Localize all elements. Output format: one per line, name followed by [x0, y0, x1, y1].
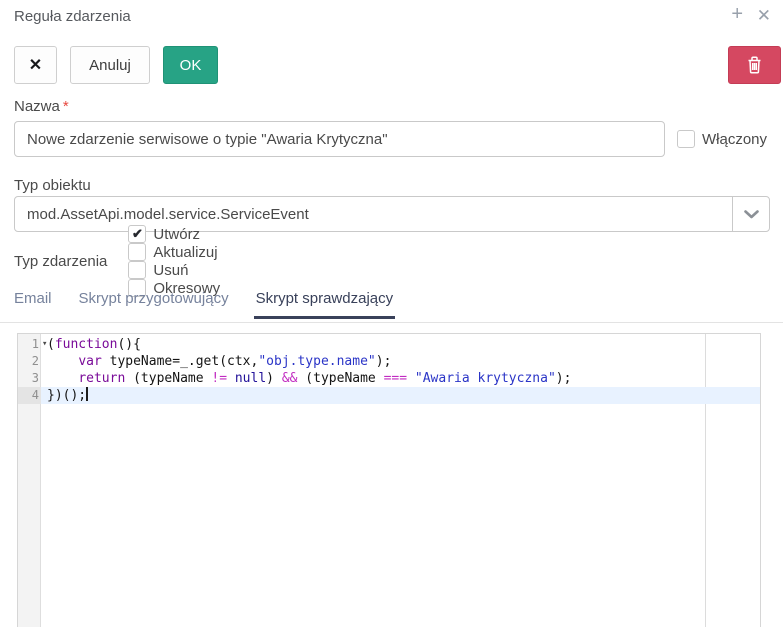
event-type-checkbox-1[interactable] — [128, 243, 146, 261]
code-token: ); — [556, 371, 572, 386]
code-token — [407, 371, 415, 386]
code-token: null — [235, 371, 266, 386]
code-token: typeName=_.get(ctx, — [102, 354, 259, 369]
event-type-label: Typ zdarzenia — [14, 253, 107, 270]
discard-button[interactable]: ✕ — [14, 46, 57, 84]
line-number: 1▾ — [18, 336, 41, 353]
tab-2[interactable]: Skrypt sprawdzający — [254, 288, 396, 319]
discard-x-icon: ✕ — [29, 55, 42, 75]
required-asterisk: * — [63, 98, 69, 115]
object-type-select[interactable]: mod.AssetApi.model.service.ServiceEvent — [14, 196, 770, 232]
code-line[interactable]: 3 return (typeName != null) && (typeName… — [18, 370, 760, 387]
trash-icon — [747, 56, 762, 74]
event-type-checkbox-label[interactable]: Utwórz — [153, 226, 200, 243]
event-type-checkbox-0[interactable]: ✔ — [128, 225, 146, 243]
event-type-checkbox-label[interactable]: Aktualizuj — [153, 244, 217, 261]
script-tabs: Email Skrypt przygotowujący Skrypt sprawdz… — [0, 288, 783, 323]
event-type-checkbox-2[interactable] — [128, 261, 146, 279]
code-token: function — [55, 337, 118, 352]
code-token: ) — [266, 371, 282, 386]
event-rule-dialog: Reguła zdarzenia + ✕ ✕ Anuluj OK Nazwa* … — [0, 0, 783, 627]
code-token: "Awaria krytyczna" — [415, 371, 556, 386]
code-editor[interactable]: 1▾(function(){2 var typeName=_.get(ctx,"… — [17, 333, 761, 627]
line-number: 3 — [18, 370, 41, 387]
event-type-option: ✔ Utwórz — [128, 225, 220, 243]
code-token — [47, 354, 78, 369]
code-token: var — [78, 354, 101, 369]
code-line[interactable]: 1▾(function(){ — [18, 336, 760, 353]
code-token: && — [282, 371, 298, 386]
event-type-option: Usuń — [128, 261, 220, 279]
fold-arrow-icon[interactable]: ▾ — [42, 336, 52, 353]
code-line[interactable]: 4 })(); — [18, 387, 760, 404]
code-token: ); — [376, 354, 392, 369]
code-text: (function(){ — [41, 336, 760, 353]
chevron-down-icon — [732, 197, 769, 231]
code-token: "obj.type.name" — [258, 354, 375, 369]
code-text: var typeName=_.get(ctx,"obj.type.name"); — [41, 353, 760, 370]
ok-button[interactable]: OK — [163, 46, 218, 84]
code-token: (typeName — [125, 371, 211, 386]
code-token — [227, 371, 235, 386]
line-number: 2 — [18, 353, 41, 370]
code-token: return — [78, 371, 125, 386]
code-line[interactable]: 2 var typeName=_.get(ctx,"obj.type.name"… — [18, 353, 760, 370]
enabled-checkbox-label[interactable]: Włączony — [702, 131, 767, 148]
code-lines: 1▾(function(){2 var typeName=_.get(ctx,"… — [18, 336, 760, 404]
code-text: })(); — [41, 387, 760, 404]
name-input[interactable] — [14, 121, 665, 157]
event-type-options: ✔UtwórzAktualizujUsuńOkresowy — [128, 225, 247, 297]
name-label: Nazwa* — [14, 98, 69, 115]
event-type-checkbox-label[interactable]: Usuń — [153, 262, 188, 279]
event-type-row: Typ zdarzenia ✔UtwórzAktualizujUsuńOkres… — [14, 250, 783, 272]
tab-1[interactable]: Skrypt przygotowujący — [77, 288, 231, 319]
text-cursor — [86, 387, 88, 401]
line-number: 4 — [18, 387, 41, 404]
object-type-label: Typ obiektu — [14, 177, 91, 194]
close-icon[interactable]: ✕ — [757, 6, 771, 26]
code-token: != — [211, 371, 227, 386]
event-type-option: Aktualizuj — [128, 243, 220, 261]
page-title: Reguła zdarzenia — [14, 8, 131, 25]
delete-button[interactable] — [728, 46, 781, 84]
add-icon[interactable]: + — [731, 4, 743, 24]
enabled-checkbox[interactable] — [677, 130, 695, 148]
cancel-button[interactable]: Anuluj — [70, 46, 150, 84]
code-token — [47, 371, 78, 386]
tab-0[interactable]: Email — [12, 288, 54, 319]
code-text: return (typeName != null) && (typeName =… — [41, 370, 760, 387]
code-token: (){ — [117, 337, 140, 352]
code-token: (typeName — [297, 371, 383, 386]
code-token: === — [384, 371, 407, 386]
code-token: })(); — [47, 388, 86, 403]
